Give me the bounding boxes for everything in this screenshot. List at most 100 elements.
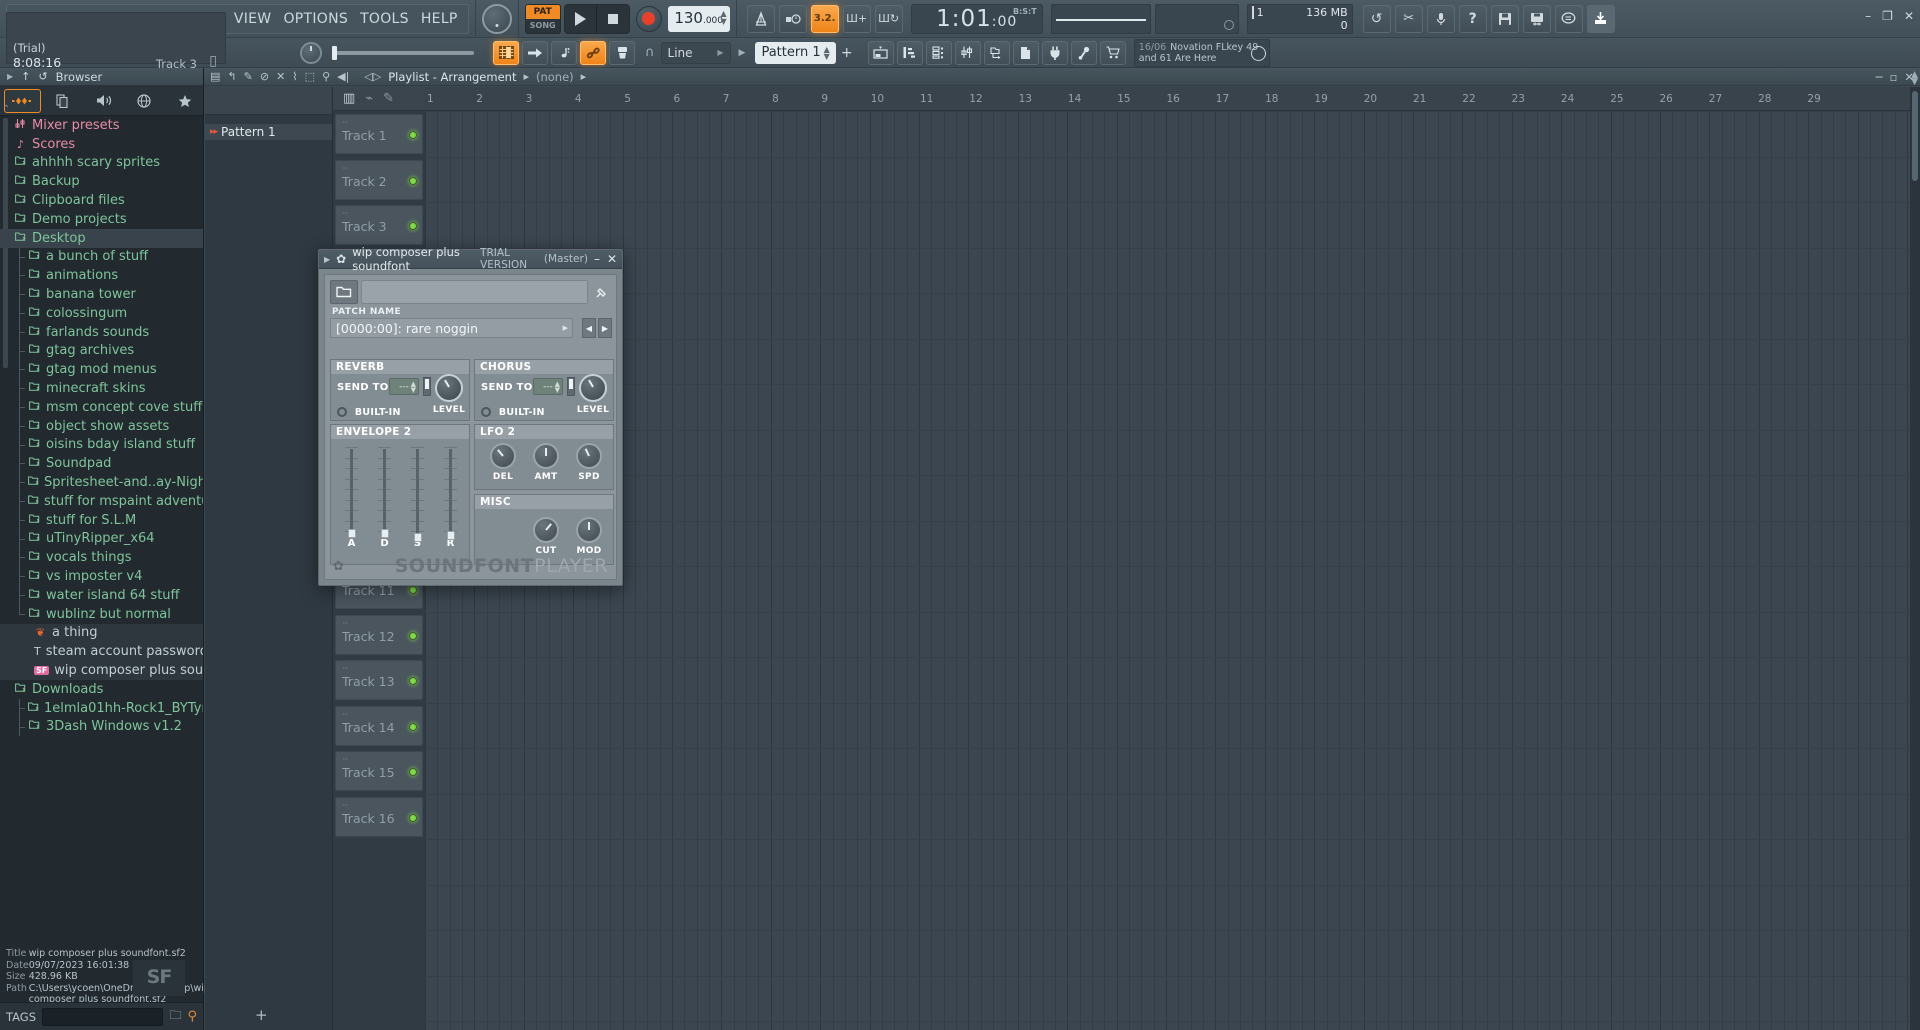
track-led-icon[interactable] (409, 586, 417, 594)
envelope-fader[interactable]: R (444, 447, 464, 549)
record-mic-button[interactable] (1426, 4, 1455, 33)
playlist-maximize-icon[interactable]: ▫ (1890, 70, 1898, 84)
browser-up-icon[interactable]: ↑ (21, 70, 30, 83)
browser-item[interactable]: SF wip composer plus soundfont (0, 661, 203, 680)
tempo-field[interactable]: 130.000 ▲ ▼ (667, 5, 730, 32)
reverb-level-bar[interactable] (423, 377, 431, 396)
fader-s[interactable] (411, 447, 424, 542)
chorus-send-spinner-icon[interactable]: ▲ ▼ (555, 380, 560, 393)
misc-knob-mod[interactable]: MOD (571, 517, 607, 556)
browser-item[interactable]: Clipboard files (0, 191, 203, 210)
browser-item[interactable]: Mixer presets (0, 116, 203, 135)
master-pitch-slider[interactable] (1154, 3, 1239, 34)
playlist-mute-icon[interactable]: ✕ (276, 70, 285, 83)
master-tune-knob[interactable] (300, 41, 322, 64)
save-as-button[interactable] (1522, 4, 1551, 33)
browser-item[interactable]: banana tower (0, 285, 203, 304)
chorus-built-in-radio[interactable] (481, 406, 491, 417)
reverb-built-in-radio[interactable] (337, 406, 347, 417)
knob[interactable] (576, 517, 602, 543)
browser-item[interactable]: Downloads (0, 680, 203, 699)
playlist-track[interactable]: ··· Track 14 (335, 705, 423, 746)
playlist-preview-icon[interactable]: ◀| (337, 70, 349, 83)
playlist-menu-icon[interactable]: ▤ (210, 70, 220, 83)
browser-item[interactable]: farlands sounds (0, 322, 203, 342)
browser-item[interactable]: wublinz but normal (0, 604, 203, 624)
patch-name-field[interactable]: [0000:00]: rare noggin ▶ (330, 318, 573, 338)
add-pattern-plus-button[interactable]: + (255, 1006, 268, 1024)
scrollbar-thumb[interactable] (1912, 91, 1918, 181)
chorus-send-to-field[interactable]: --- ▲ ▼ (533, 378, 563, 395)
arrangement-chevron-icon[interactable]: ▸ (523, 70, 529, 83)
master-volume-slider[interactable] (1050, 3, 1151, 34)
loop-record-button[interactable]: Ш↻ (874, 4, 903, 33)
link-tool-button[interactable] (580, 40, 606, 65)
track-led-icon[interactable] (409, 176, 417, 185)
track-led-icon[interactable] (409, 722, 417, 731)
browser-item[interactable]: animations (0, 266, 203, 285)
playlist-paint-icon[interactable]: ⊘ (260, 70, 269, 83)
search-icon[interactable]: ⚲ (187, 1009, 197, 1024)
browser-item[interactable]: Backup (0, 172, 203, 191)
menu-item-tools[interactable]: TOOLS (360, 11, 409, 27)
expand-arrow-icon[interactable]: ▶ (324, 255, 330, 264)
knob[interactable] (490, 443, 516, 469)
swing-slider[interactable] (332, 45, 474, 60)
browser-item[interactable]: Desktop (0, 228, 203, 248)
folder-icon[interactable]: 🗀 (169, 1006, 181, 1027)
chorus-level-bar[interactable] (567, 377, 575, 396)
browser-item[interactable]: msm concept cove stuff (0, 397, 203, 417)
fader-handle[interactable] (348, 529, 356, 538)
reverb-send-spinner-icon[interactable]: ▲ ▼ (411, 380, 416, 393)
track-led-icon[interactable] (409, 677, 417, 685)
browser-search-input[interactable] (42, 1007, 164, 1026)
browser-item[interactable]: gtag archives (0, 341, 203, 361)
plugin-title-bar[interactable]: ▶ ✿ wip composer plus soundfont TRIAL VE… (319, 245, 622, 273)
browser-item[interactable]: ❦ a thing (0, 623, 203, 643)
menu-item-view[interactable]: VIEW (234, 11, 272, 27)
pattern-prev-icon[interactable]: ▶ (739, 48, 746, 58)
browser-item[interactable]: stuff for mspaint adventure (0, 491, 203, 511)
browser-tab-sounds[interactable] (85, 89, 122, 113)
close-button[interactable]: ✕ (1904, 9, 1914, 23)
playlist-window-button[interactable] (867, 40, 894, 65)
play-button[interactable] (565, 4, 597, 33)
playlist-slice-icon[interactable]: ⌇ (292, 70, 297, 83)
open-soundfont-button[interactable] (330, 280, 358, 304)
help-button[interactable]: ? (1458, 4, 1487, 33)
track-led-icon[interactable] (409, 631, 417, 640)
gear-icon[interactable]: ✿ (336, 252, 346, 266)
browser-item[interactable]: Spritesheet-and..ay-Night-Funkin (0, 473, 203, 492)
envelope-fader[interactable]: D (378, 447, 398, 549)
browser-back-icon[interactable]: ↺ (38, 70, 47, 83)
fader-d[interactable] (378, 447, 391, 538)
overdub-button[interactable]: Ш+ (842, 4, 871, 33)
patch-prev-button[interactable]: ◀ (582, 318, 596, 338)
browser-item[interactable]: 3Dash Windows v1.2 (0, 717, 203, 737)
knob[interactable] (533, 443, 559, 469)
step-sequencer-button[interactable] (925, 40, 952, 65)
snap-button[interactable]: ✂ (1394, 4, 1423, 33)
browser-item[interactable]: uTinyRipper_x64 (0, 529, 203, 549)
pin-button[interactable] (591, 280, 611, 304)
metronome-button[interactable] (746, 4, 775, 33)
playlist-scroll-arrows[interactable]: ▲ ▼ (1911, 71, 1918, 87)
knob[interactable] (576, 443, 602, 469)
browser-tab-network[interactable] (126, 89, 163, 113)
patch-next-button[interactable]: ▶ (598, 318, 612, 338)
playlist-brush-icon[interactable]: ✎ (244, 70, 253, 83)
browser-item[interactable]: Soundpad (0, 454, 203, 473)
patch-dropdown-icon[interactable]: ▶ (563, 324, 568, 332)
browser-window-button[interactable] (983, 40, 1010, 65)
playlist-track[interactable]: ··· Track 3 (335, 205, 423, 245)
playlist-select-icon[interactable]: ⬚ (305, 70, 315, 83)
pattern-song-toggle[interactable]: PAT SONG (524, 3, 561, 34)
browser-item[interactable]: water island 64 stuff (0, 585, 203, 605)
menu-item-options[interactable]: OPTIONS (283, 11, 348, 27)
track-led-icon[interactable] (409, 131, 417, 139)
browser-item[interactable]: oisins bday island stuff (0, 435, 203, 455)
shop-button[interactable] (1099, 40, 1126, 65)
paint-tool-button[interactable] (522, 40, 548, 65)
mixer-window-button[interactable] (954, 40, 981, 65)
settings-cog-icon[interactable]: ✿ (333, 559, 344, 574)
